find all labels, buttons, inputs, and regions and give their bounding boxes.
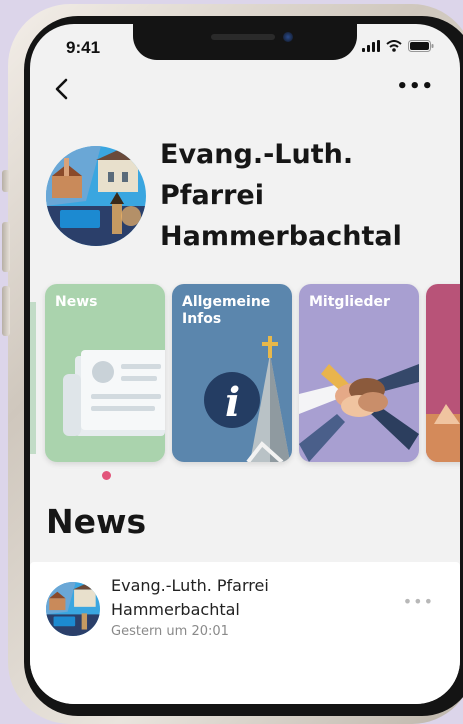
wifi-icon: [386, 40, 402, 52]
volume-up-button: [2, 222, 10, 272]
speaker-grille: [211, 34, 275, 40]
tile-members-label: Mitglieder: [309, 294, 390, 310]
tile-partial-art: [426, 404, 460, 462]
post-author[interactable]: Evang.-Luth. Pfarrei Hammerbachtal: [111, 574, 371, 622]
parish-logo-icon: [46, 582, 100, 636]
tile-news[interactable]: News: [45, 284, 165, 462]
status-icons: [362, 40, 434, 52]
more-options-button[interactable]: •••: [396, 76, 434, 97]
svg-text:i: i: [225, 379, 240, 426]
news-post-card[interactable]: Evang.-Luth. Pfarrei Hammerbachtal Geste…: [30, 562, 460, 704]
post-author-avatar: [46, 582, 100, 636]
tile-partial[interactable]: [426, 284, 460, 462]
post-timestamp: Gestern um 20:01: [111, 624, 229, 639]
battery-icon: [408, 40, 434, 52]
volume-down-button: [2, 286, 10, 336]
carousel-page-indicator: [102, 471, 111, 480]
back-button[interactable]: [48, 74, 78, 104]
tile-news-label: News: [55, 294, 98, 310]
status-time: 9:41: [66, 38, 101, 57]
carousel-edge: [30, 302, 36, 454]
silent-switch: [2, 170, 10, 192]
parish-logo-icon: [46, 146, 146, 246]
app-screen: 9:41 ••• Evang.-Luth. Pfarrei Hammerbach…: [30, 24, 460, 704]
group-avatar: [46, 146, 146, 246]
signal-icon: [362, 40, 380, 52]
chevron-left-icon: [55, 78, 68, 100]
group-title: Evang.-Luth. Pfarrei Hammerbachtal: [160, 139, 402, 252]
post-more-button[interactable]: •••: [403, 592, 434, 611]
category-carousel[interactable]: News i Allgemeine Infos Mitglieder: [30, 284, 460, 464]
notch: [133, 24, 357, 60]
tile-general-info-label: Allgemeine Infos: [182, 294, 271, 327]
front-camera: [283, 32, 293, 42]
tile-general-info[interactable]: i Allgemeine Infos: [172, 284, 292, 462]
news-section-title: News: [46, 502, 147, 541]
tile-members[interactable]: Mitglieder: [299, 284, 419, 462]
